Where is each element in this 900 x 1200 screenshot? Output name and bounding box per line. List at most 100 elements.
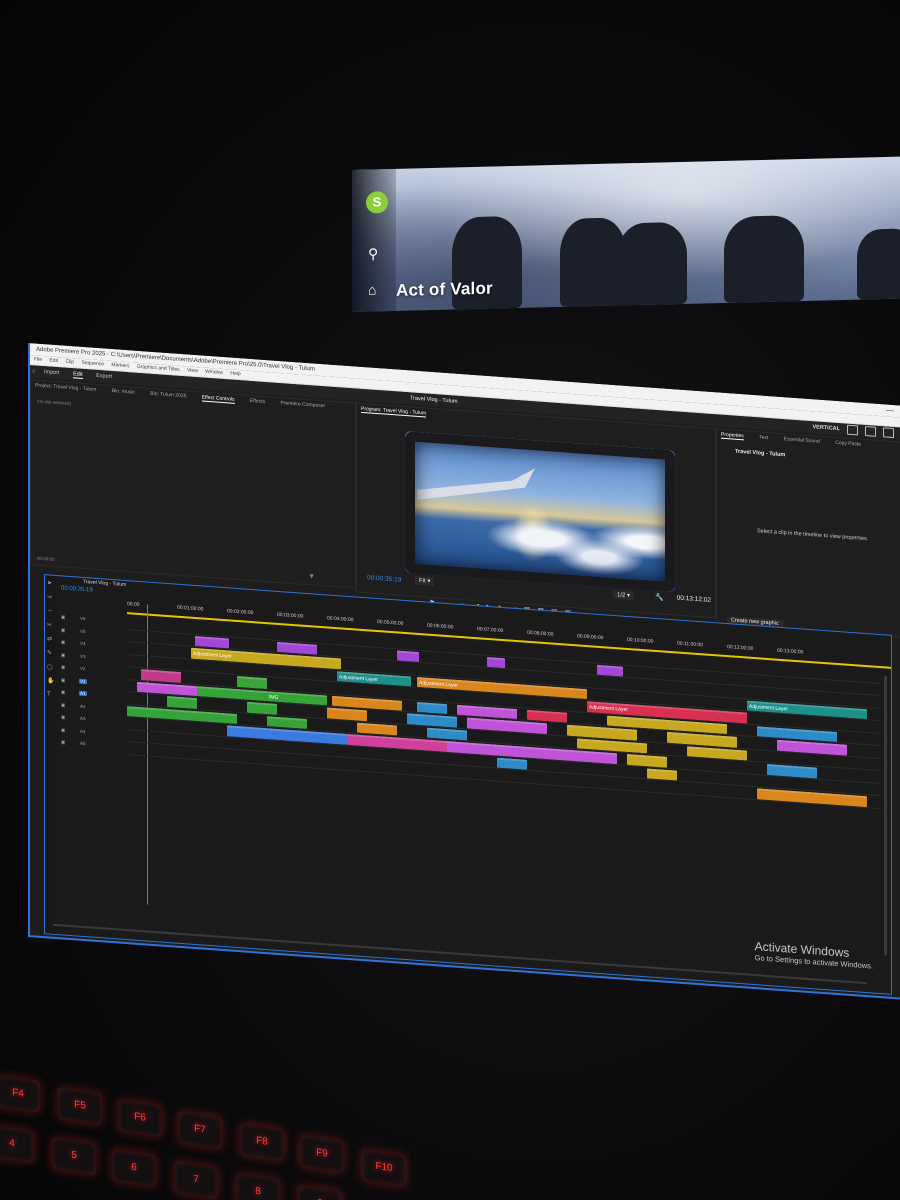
no-clip-text: (no clip selected) (37, 398, 72, 407)
selection-tool-icon[interactable]: ➤ (47, 579, 55, 586)
tab-properties[interactable]: Properties (721, 431, 744, 441)
menu-file[interactable]: File (34, 356, 42, 363)
wrench-icon[interactable]: 🔧 (655, 593, 664, 602)
resolution-dropdown[interactable]: 1/2 ▾ (613, 589, 635, 601)
lock-icon[interactable]: ▣ (61, 614, 65, 620)
ruler-tick-label: 00:05:00:00 (377, 619, 404, 627)
tab-essential-sound[interactable]: Essential Sound (784, 436, 820, 445)
track-label[interactable]: A3 (79, 716, 87, 722)
timeline-clip[interactable] (247, 701, 277, 715)
type-icon[interactable]: T (47, 691, 55, 698)
keyboard-key[interactable]: F8 (240, 1122, 284, 1162)
timeline-clip[interactable] (397, 649, 419, 663)
minimize-icon[interactable]: — (886, 405, 894, 418)
keyboard-key[interactable]: F5 (58, 1086, 102, 1126)
key-label: 6 (131, 1161, 137, 1174)
keyboard-key[interactable]: 6 (112, 1148, 156, 1188)
keyboard-key[interactable]: 9 (298, 1184, 342, 1200)
keyboard-key[interactable]: F6 (118, 1098, 162, 1138)
key-label: 4 (9, 1137, 15, 1150)
menu-markers[interactable]: Markers (111, 362, 129, 369)
lock-icon[interactable]: ▣ (61, 727, 65, 733)
tab-export[interactable]: Export (96, 373, 112, 380)
horizontal-scrollbar[interactable] (53, 923, 867, 985)
key-label: F5 (74, 1099, 86, 1112)
rectangle-icon[interactable]: ▢ (47, 663, 55, 670)
workspace-icon[interactable] (847, 424, 858, 436)
key-label: F9 (316, 1147, 328, 1160)
layout-mode[interactable]: VERTICAL (813, 421, 841, 435)
tab-bin-tulum[interactable]: Bin: Tulum 2025 (150, 391, 186, 400)
track-label[interactable]: V4 (79, 641, 87, 647)
vertical-scrollbar[interactable] (884, 675, 887, 956)
lock-icon[interactable]: ▣ (61, 677, 65, 683)
hand-icon[interactable]: ✋ (47, 677, 55, 685)
tab-bin-music[interactable]: Bin: music (112, 388, 135, 396)
key-label: 7 (193, 1173, 199, 1186)
track-label[interactable]: V6 (79, 616, 87, 622)
timeline-clip[interactable] (417, 701, 447, 715)
tab-import[interactable]: Import (44, 369, 60, 376)
track-label[interactable]: V2 (79, 666, 87, 672)
lock-icon[interactable]: ▣ (61, 689, 65, 695)
ripple-edit-icon[interactable]: ↔ (47, 607, 55, 614)
timeline-clip[interactable] (597, 664, 623, 677)
timeline-clip[interactable] (167, 695, 197, 709)
keyboard-key[interactable]: F7 (178, 1110, 222, 1150)
resolution-value: 1/2 (617, 592, 626, 599)
menu-window[interactable]: Window (205, 369, 223, 376)
track-label[interactable]: A4 (79, 728, 87, 734)
keyboard-key[interactable]: 5 (52, 1136, 96, 1176)
tab-text[interactable]: Text (759, 434, 768, 441)
back-monitor-streaming-screen: S ⚲ ⌂ Act of Valor (352, 156, 900, 312)
menu-icon[interactable] (883, 427, 894, 439)
keyboard-key[interactable]: 7 (174, 1160, 218, 1200)
razor-icon[interactable]: ✂ (47, 621, 55, 628)
tab-effects[interactable]: Effects (250, 398, 265, 405)
lock-icon[interactable]: ▣ (61, 664, 65, 670)
track-label[interactable]: A5 (79, 741, 87, 747)
timeline-clip[interactable] (647, 767, 677, 781)
keyboard-key[interactable]: 8 (236, 1172, 280, 1200)
tab-program[interactable]: Program: Travel Vlog - Tulum (361, 405, 427, 418)
tab-premiere-composer[interactable]: Premiere Composer (280, 400, 325, 409)
lock-icon[interactable]: ▣ (61, 652, 65, 658)
slip-icon[interactable]: ⇄ (47, 635, 55, 642)
lock-icon[interactable]: ▣ (61, 639, 65, 645)
tab-copy-paste[interactable]: Copy Paste (835, 440, 861, 448)
lock-icon[interactable]: ▣ (61, 714, 65, 720)
timeline-clip[interactable] (237, 675, 267, 689)
track-label[interactable]: A1 (79, 690, 87, 697)
keyboard-key[interactable]: F9 (300, 1134, 344, 1174)
menu-edit[interactable]: Edit (49, 358, 58, 365)
menu-help[interactable]: Help (230, 371, 240, 378)
home-icon[interactable]: ⌂ (368, 281, 376, 297)
search-icon[interactable]: ⚲ (368, 245, 378, 262)
timeline-clip[interactable] (487, 656, 505, 669)
pen-icon[interactable]: ✎ (47, 649, 55, 656)
source-timecode: 00:00:00 (37, 555, 55, 562)
timeline-clip[interactable] (497, 757, 527, 770)
menu-clip[interactable]: Clip (65, 359, 74, 366)
lock-icon[interactable]: ▣ (61, 739, 65, 745)
keyboard-key[interactable]: F4 (0, 1074, 40, 1114)
filter-icon[interactable]: ▼ (308, 573, 315, 580)
tab-effect-controls[interactable]: Effect Controls (201, 394, 235, 404)
lock-icon[interactable]: ▣ (61, 627, 65, 633)
track-label[interactable]: V5 (79, 628, 87, 634)
menu-sequence[interactable]: Sequence (81, 360, 104, 368)
keyboard-key[interactable]: 4 (0, 1124, 34, 1164)
fit-dropdown[interactable]: Fit ▾ (415, 575, 435, 587)
keyboard-key[interactable]: F10 (362, 1148, 406, 1188)
track-select-icon[interactable]: ⇒ (47, 593, 55, 600)
track-label[interactable]: V1 (79, 678, 87, 684)
lock-icon[interactable]: ▣ (61, 702, 65, 708)
menu-graphics[interactable]: Graphics and Titles (137, 364, 180, 373)
tab-edit[interactable]: Edit (73, 371, 83, 379)
track-label[interactable]: A2 (79, 703, 87, 709)
share-icon[interactable] (865, 425, 876, 437)
home-icon[interactable]: ⌂ (32, 365, 35, 377)
track-label[interactable]: V3 (79, 653, 87, 659)
tab-project[interactable]: Project: Travel Vlog - Tulum (35, 383, 96, 393)
menu-view[interactable]: View (187, 367, 198, 374)
